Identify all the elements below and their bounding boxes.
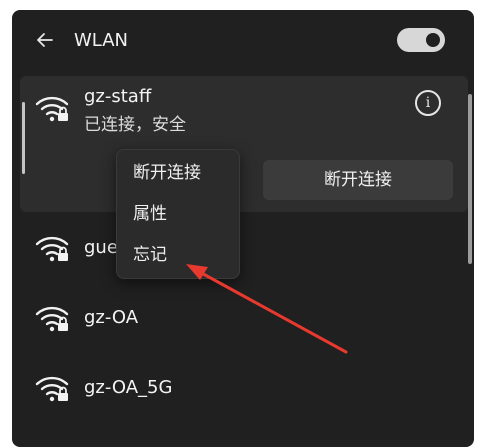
network-item[interactable]: gz-OA_5G (20, 360, 468, 420)
info-icon[interactable]: i (415, 90, 441, 116)
network-ssid: gue (84, 237, 118, 258)
wifi-secured-icon (34, 92, 70, 124)
wlan-panel: WLAN gz-staff 已连接，安全 i 断开连接 gue gz-OA gz… (12, 10, 474, 447)
wifi-secured-icon (34, 372, 70, 404)
menu-item-disconnect[interactable]: 断开连接 (117, 153, 239, 193)
wlan-header: WLAN (12, 10, 474, 72)
disconnect-button[interactable]: 断开连接 (263, 160, 453, 200)
selected-indicator (22, 102, 25, 174)
network-item[interactable]: gue (20, 220, 468, 280)
network-status: 已连接，安全 (84, 115, 186, 135)
back-icon[interactable] (34, 29, 56, 51)
page-title: WLAN (74, 30, 129, 51)
menu-item-forget[interactable]: 忘记 (117, 235, 239, 275)
wifi-toggle[interactable] (397, 28, 445, 52)
toggle-knob (426, 33, 440, 47)
context-menu: 断开连接 属性 忘记 (116, 149, 240, 279)
wifi-secured-icon (34, 232, 70, 264)
menu-item-properties[interactable]: 属性 (117, 194, 239, 234)
connected-network-card[interactable]: gz-staff 已连接，安全 i 断开连接 (20, 76, 468, 212)
wifi-secured-icon (34, 302, 70, 334)
network-ssid: gz-OA_5G (84, 377, 173, 398)
network-ssid: gz-staff (84, 86, 152, 107)
network-ssid: gz-OA (84, 307, 139, 328)
scrollbar[interactable] (468, 94, 472, 264)
network-item[interactable]: gz-OA (20, 290, 468, 350)
